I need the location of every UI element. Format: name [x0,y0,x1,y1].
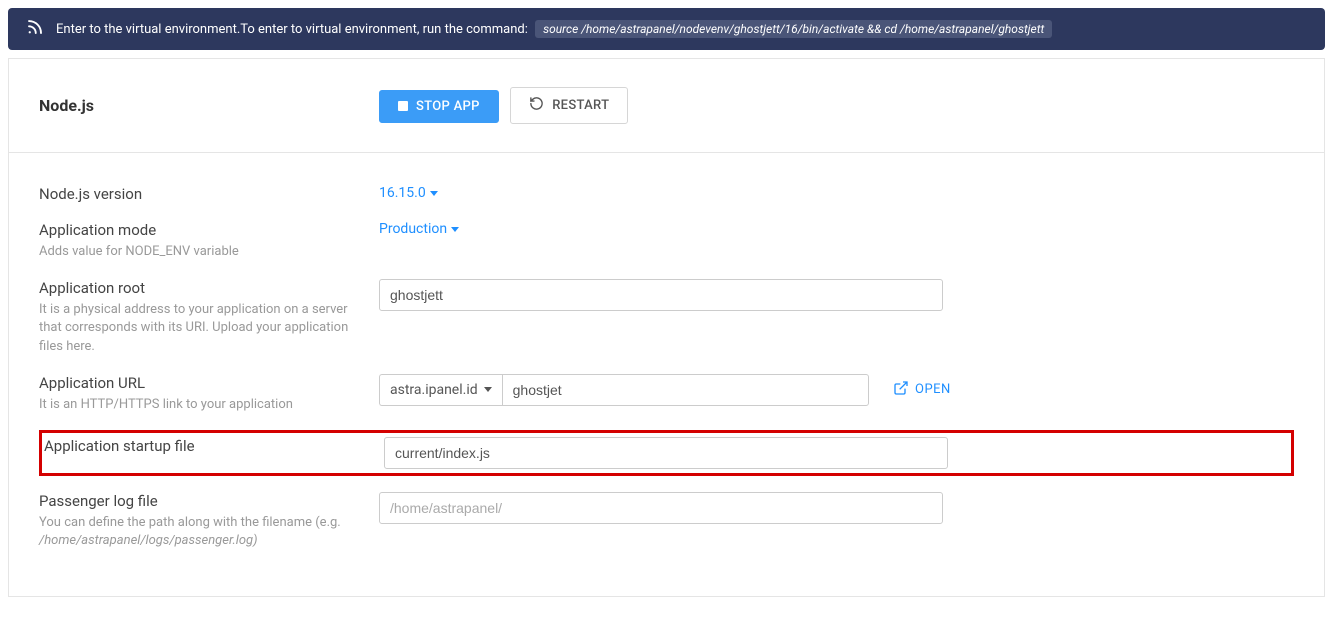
panel-body: Node.js version 16.15.0 Application mode… [9,153,1324,596]
restart-icon [529,96,544,115]
header-actions: STOP APP RESTART [379,87,628,124]
log-label: Passenger log file [39,492,359,510]
startup-label: Application startup file [44,437,364,455]
url-domain-value: astra.ipanel.id [390,382,478,398]
caret-down-icon [430,191,438,196]
url-group: astra.ipanel.id [379,374,869,406]
row-log: Passenger log file You can define the pa… [39,490,1294,552]
root-help: It is a physical address to your applica… [39,301,359,356]
root-label: Application root [39,279,359,297]
app-panel: Node.js STOP APP RESTART Node.js version [8,58,1325,597]
row-url: Application URL It is an HTTP/HTTPS link… [39,372,1294,416]
stop-icon [398,101,408,111]
log-input[interactable] [379,492,943,524]
caret-down-icon [484,387,492,392]
version-label: Node.js version [39,185,359,203]
banner-text: Enter to the virtual environment.To ente… [56,22,1052,37]
page-title: Node.js [39,96,379,115]
row-mode: Application mode Adds value for NODE_ENV… [39,219,1294,263]
row-startup: Application startup file [39,430,1294,476]
open-icon [893,380,909,400]
stop-app-button[interactable]: STOP APP [379,90,499,123]
url-label: Application URL [39,374,359,392]
mode-label: Application mode [39,221,359,239]
mode-value: Production [379,221,447,237]
stop-app-label: STOP APP [416,99,480,114]
restart-button[interactable]: RESTART [510,87,628,124]
mode-select[interactable]: Production [379,221,459,237]
version-select[interactable]: 16.15.0 [379,185,438,201]
url-help: It is an HTTP/HTTPS link to your applica… [39,396,359,414]
rss-icon [26,18,44,40]
open-label: OPEN [915,382,951,397]
caret-down-icon [451,227,459,232]
row-root: Application root It is a physical addres… [39,277,1294,358]
root-input[interactable] [379,279,943,311]
url-path-input[interactable] [502,374,869,406]
panel-header: Node.js STOP APP RESTART [9,59,1324,153]
version-value: 16.15.0 [379,185,426,201]
banner-command[interactable]: source /home/astrapanel/nodevenv/ghostje… [535,20,1052,38]
info-banner: Enter to the virtual environment.To ente… [8,8,1325,50]
log-help: You can define the path along with the f… [39,514,359,550]
mode-help: Adds value for NODE_ENV variable [39,243,359,261]
url-domain-select[interactable]: astra.ipanel.id [379,374,502,406]
startup-input[interactable] [384,437,948,469]
row-version: Node.js version 16.15.0 [39,183,1294,205]
open-link[interactable]: OPEN [893,380,951,400]
restart-label: RESTART [552,98,609,113]
